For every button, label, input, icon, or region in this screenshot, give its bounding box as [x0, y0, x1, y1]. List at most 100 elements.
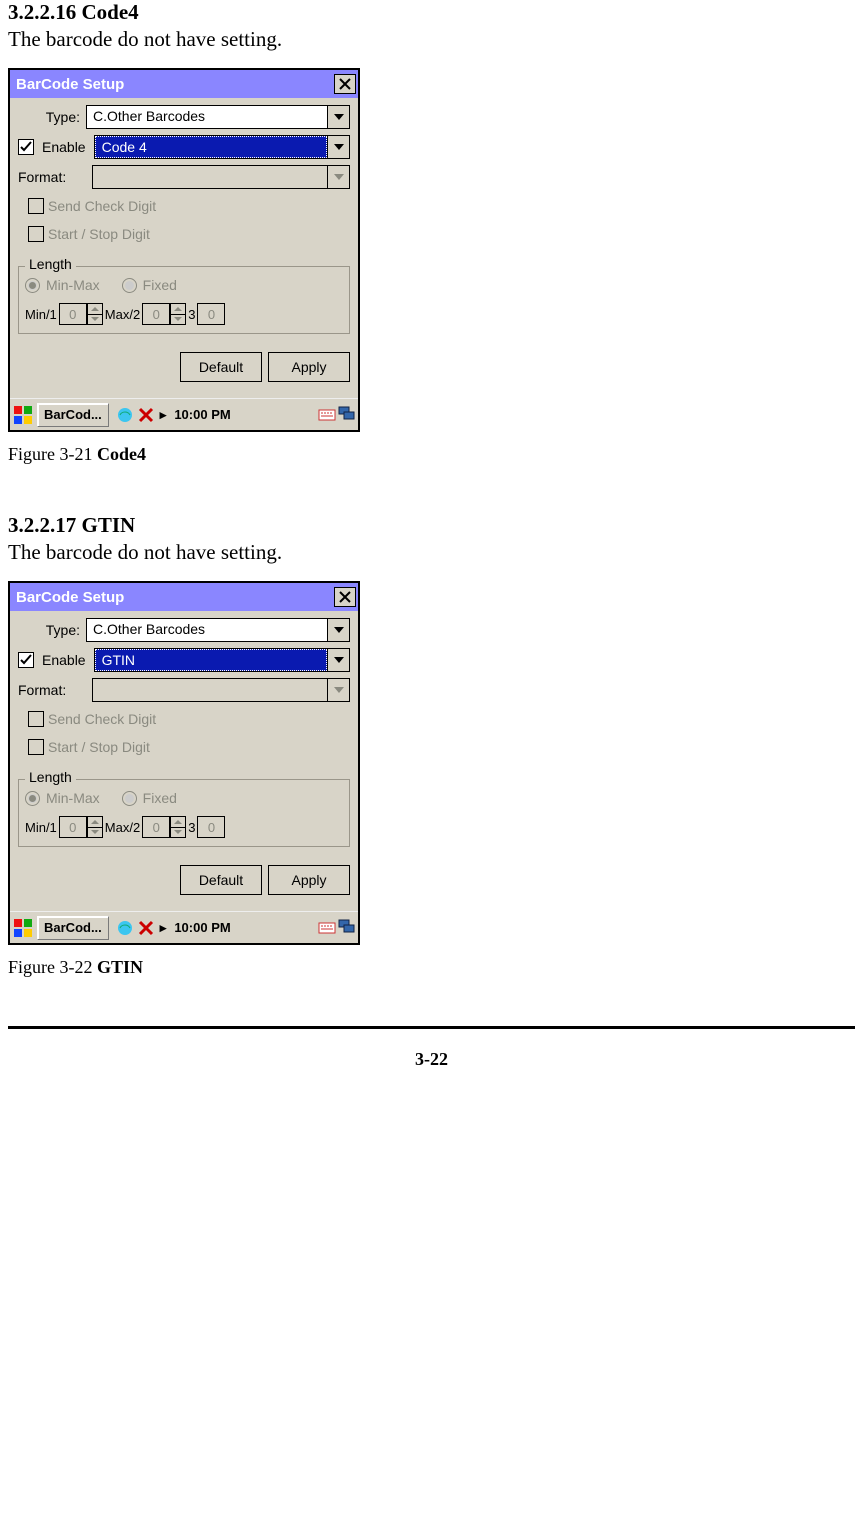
- radio-minmax-label: Min-Max: [46, 277, 100, 293]
- figure-caption-1: Figure 3-21 Code4: [8, 444, 855, 465]
- tray-windows-icon[interactable]: [338, 406, 356, 424]
- section-body-2: The barcode do not have setting.: [8, 540, 855, 565]
- type-value: C.Other Barcodes: [87, 619, 327, 641]
- default-button[interactable]: Default: [180, 352, 262, 382]
- max-label: Max/2: [105, 307, 140, 322]
- taskbar: BarCod... ▸ 10:00 PM: [10, 911, 358, 943]
- length-fieldset: Length Min-Max Fixed Min/1 0: [18, 266, 350, 334]
- footer-rule: [8, 1026, 855, 1029]
- start-stop-digit-checkbox: [28, 739, 44, 755]
- tray-world-icon[interactable]: [116, 919, 134, 937]
- radio-fixed-label: Fixed: [143, 790, 177, 806]
- send-check-digit-label: Send Check Digit: [44, 198, 160, 214]
- radio-minmax-label: Min-Max: [46, 790, 100, 806]
- format-combobox: [92, 678, 350, 702]
- apply-button[interactable]: Apply: [268, 352, 350, 382]
- window-title: BarCode Setup: [16, 76, 124, 93]
- format-value: [93, 166, 327, 188]
- type-value: C.Other Barcodes: [87, 106, 327, 128]
- check-icon: [20, 654, 32, 666]
- chevron-down-icon: [327, 619, 349, 641]
- apply-button[interactable]: Apply: [268, 865, 350, 895]
- tray-clock: 10:00 PM: [172, 920, 232, 935]
- start-stop-digit-label: Start / Stop Digit: [44, 739, 154, 755]
- max-spinner: 0: [142, 816, 186, 838]
- tray-keyboard-icon[interactable]: [318, 406, 336, 424]
- enable-label: Enable: [38, 652, 90, 668]
- spin-up-icon: [87, 303, 103, 315]
- tray-windows-icon[interactable]: [338, 919, 356, 937]
- min-spinner: 0: [59, 303, 103, 325]
- type-label: Type:: [18, 622, 86, 638]
- close-icon: [339, 78, 351, 90]
- titlebar: BarCode Setup: [10, 583, 358, 611]
- start-menu-icon[interactable]: [12, 917, 34, 939]
- tray-x-icon[interactable]: [138, 920, 154, 936]
- chevron-down-icon: [327, 679, 349, 701]
- field3-label: 3: [188, 820, 195, 835]
- min-value: 0: [59, 303, 87, 325]
- format-label: Format:: [18, 169, 76, 185]
- tray-keyboard-icon[interactable]: [318, 919, 336, 937]
- radio-fixed: [122, 791, 137, 806]
- section-body-1: The barcode do not have setting.: [8, 27, 855, 52]
- min-label: Min/1: [25, 307, 57, 322]
- send-check-digit-checkbox: [28, 711, 44, 727]
- field3-value: 0: [197, 816, 225, 838]
- tray-clock: 10:00 PM: [172, 407, 232, 422]
- enable-checkbox[interactable]: [18, 652, 34, 668]
- format-label: Format:: [18, 682, 76, 698]
- page-number: 3-22: [8, 1037, 855, 1090]
- length-legend: Length: [25, 256, 76, 272]
- check-icon: [20, 141, 32, 153]
- field3-label: 3: [188, 307, 195, 322]
- spin-down-icon: [87, 828, 103, 839]
- tray-x-icon[interactable]: [138, 407, 154, 423]
- barcode-value: Code 4: [95, 136, 327, 158]
- section-heading-1: 3.2.2.16 Code4: [8, 0, 855, 25]
- figure-caption-2: Figure 3-22 GTIN: [8, 957, 855, 978]
- format-combobox: [92, 165, 350, 189]
- chevron-down-icon: [327, 649, 349, 671]
- titlebar: BarCode Setup: [10, 70, 358, 98]
- enable-label: Enable: [38, 139, 90, 155]
- send-check-digit-checkbox: [28, 198, 44, 214]
- length-fieldset: Length Min-Max Fixed Min/1 0: [18, 779, 350, 847]
- max-label: Max/2: [105, 820, 140, 835]
- start-menu-icon[interactable]: [12, 404, 34, 426]
- taskbar-app-button[interactable]: BarCod...: [37, 916, 109, 940]
- tray-world-icon[interactable]: [116, 406, 134, 424]
- screenshot-code4: BarCode Setup Type: C.Other Barcodes: [8, 68, 360, 432]
- type-combobox[interactable]: C.Other Barcodes: [86, 618, 350, 642]
- radio-fixed-label: Fixed: [143, 277, 177, 293]
- radio-minmax: [25, 791, 40, 806]
- start-stop-digit-label: Start / Stop Digit: [44, 226, 154, 242]
- tray-arrow-icon: ▸: [158, 407, 169, 423]
- close-icon: [339, 591, 351, 603]
- taskbar: BarCod... ▸ 10:00 PM: [10, 398, 358, 430]
- max-spinner: 0: [142, 303, 186, 325]
- tray-arrow-icon: ▸: [158, 920, 169, 936]
- window-title: BarCode Setup: [16, 589, 124, 606]
- chevron-down-icon: [327, 106, 349, 128]
- close-button[interactable]: [334, 587, 356, 607]
- send-check-digit-label: Send Check Digit: [44, 711, 160, 727]
- section-heading-2: 3.2.2.17 GTIN: [8, 513, 855, 538]
- min-value: 0: [59, 816, 87, 838]
- spin-up-icon: [170, 303, 186, 315]
- chevron-down-icon: [327, 136, 349, 158]
- type-label: Type:: [18, 109, 86, 125]
- enable-checkbox[interactable]: [18, 139, 34, 155]
- spin-up-icon: [170, 816, 186, 828]
- spin-down-icon: [170, 828, 186, 839]
- barcode-combobox[interactable]: Code 4: [94, 135, 350, 159]
- barcode-combobox[interactable]: GTIN: [94, 648, 350, 672]
- taskbar-app-button[interactable]: BarCod...: [37, 403, 109, 427]
- start-stop-digit-checkbox: [28, 226, 44, 242]
- type-combobox[interactable]: C.Other Barcodes: [86, 105, 350, 129]
- spin-up-icon: [87, 816, 103, 828]
- default-button[interactable]: Default: [180, 865, 262, 895]
- close-button[interactable]: [334, 74, 356, 94]
- field3-value: 0: [197, 303, 225, 325]
- max-value: 0: [142, 303, 170, 325]
